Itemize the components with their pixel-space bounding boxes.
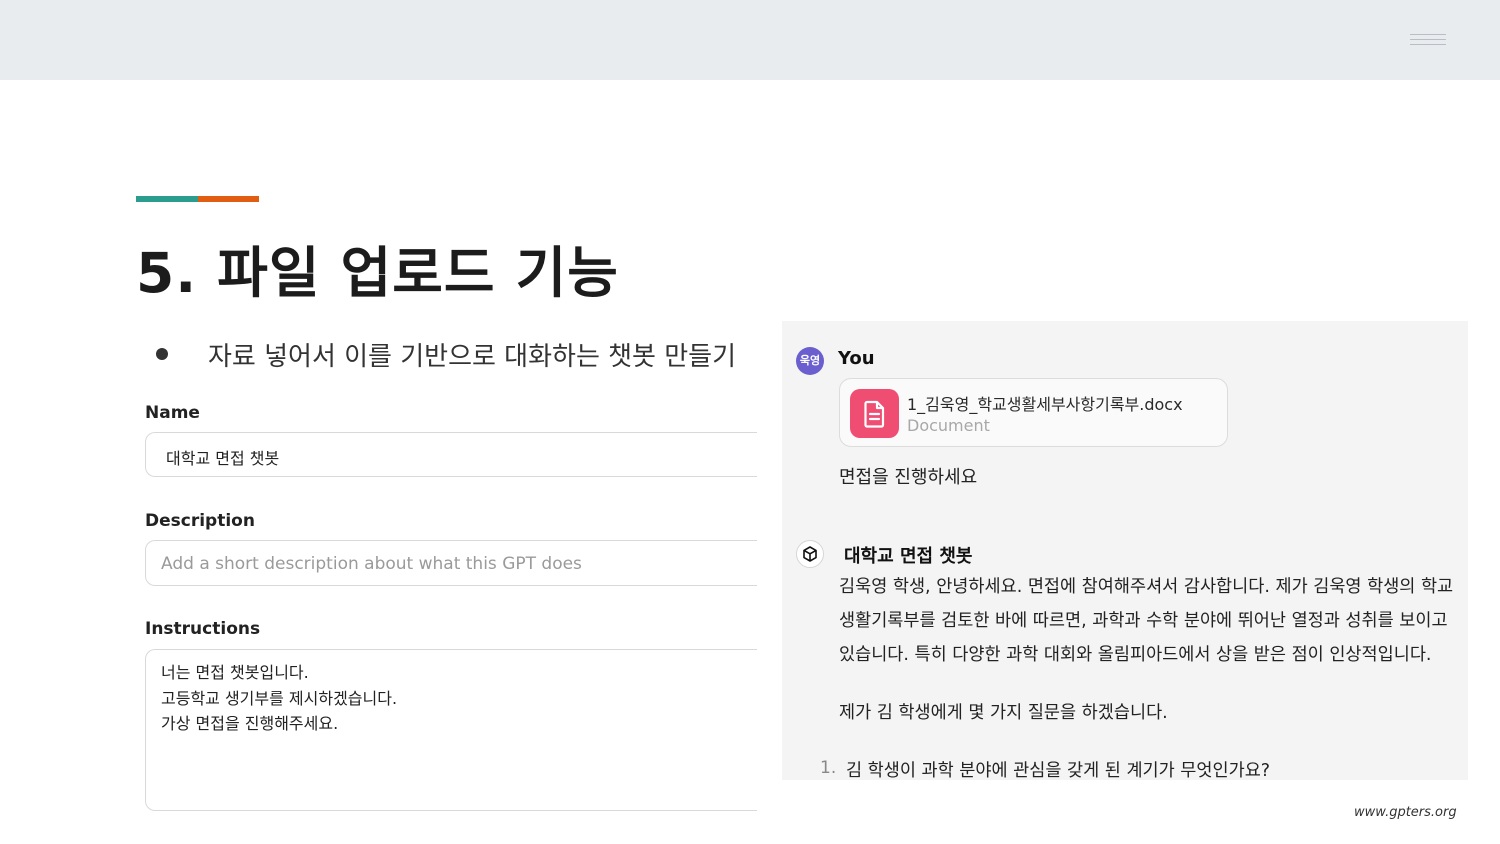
bot-message-line: 김욱영 학생, 안녕하세요. 면접에 참여해주셔서 감사합니다. 제가 김욱영 … (839, 577, 1454, 597)
bullet-text: 자료 넣어서 이를 기반으로 대화하는 챗봇 만들기 (208, 342, 736, 372)
description-label: Description (145, 511, 255, 531)
instructions-line: 고등학교 생기부를 제시하겠습니다. (161, 688, 398, 708)
instructions-textarea[interactable]: 너는 면접 챗봇입니다. 고등학교 생기부를 제시하겠습니다. 가상 면접을 진… (145, 649, 757, 811)
slide-title: 5. 파일 업로드 기능 (136, 241, 619, 305)
description-input[interactable]: Add a short description about what this … (145, 540, 757, 586)
name-label: Name (145, 403, 200, 423)
bot-message-line: 있습니다. 특히 다양한 과학 대회와 올림피아드에서 상을 받은 점이 인상적… (839, 645, 1432, 665)
user-message: 면접을 진행하세요 (839, 467, 978, 488)
file-name: 1_김욱영_학교생활세부사항기록부.docx (907, 395, 1183, 414)
description-placeholder: Add a short description about what this … (161, 554, 582, 574)
instructions-line: 가상 면접을 진행해주세요. (161, 714, 339, 733)
bot-name: 대학교 면접 챗봇 (844, 546, 973, 567)
top-bar (0, 0, 1500, 80)
accent-bar-teal (136, 196, 198, 202)
user-name: You (838, 348, 875, 369)
menu-icon[interactable] (1410, 34, 1446, 48)
name-input[interactable]: 대학교 면접 챗봇 (145, 432, 757, 477)
user-avatar: 욱영 (796, 347, 824, 375)
gpt-cube-icon (796, 540, 824, 568)
bot-message-line: 제가 김 학생에게 몇 가지 질문을 하겠습니다. (839, 703, 1168, 723)
footer-url: www.gpters.org (1354, 805, 1457, 820)
instructions-line: 너는 면접 챗봇입니다. (161, 663, 309, 682)
bullet-dot-icon (156, 348, 168, 360)
bullet-point: 자료 넣어서 이를 기반으로 대화하는 챗봇 만들기 (156, 336, 766, 372)
file-type: Document (907, 416, 990, 435)
bot-message-line: 생활기록부를 검토한 바에 따르면, 과학과 수학 분야에 뛰어난 열정과 성취… (839, 611, 1448, 631)
file-attachment-card[interactable]: 1_김욱영_학교생활세부사항기록부.docx Document (839, 378, 1228, 447)
name-input-value: 대학교 면접 챗봇 (166, 449, 280, 468)
list-item: 김 학생이 과학 분야에 관심을 갖게 된 계기가 무엇인가요? (846, 761, 1271, 780)
list-number: 1. (820, 758, 837, 778)
instructions-label: Instructions (145, 619, 261, 639)
accent-bar-orange (198, 196, 259, 202)
document-icon (850, 389, 899, 438)
instructions-text: 너는 면접 챗봇입니다. 고등학교 생기부를 제시하겠습니다. 가상 면접을 진… (161, 660, 397, 737)
chat-preview-panel: 욱영 You 1_김욱영_학교생활세부사항기록부.docx Document 면… (782, 321, 1468, 780)
